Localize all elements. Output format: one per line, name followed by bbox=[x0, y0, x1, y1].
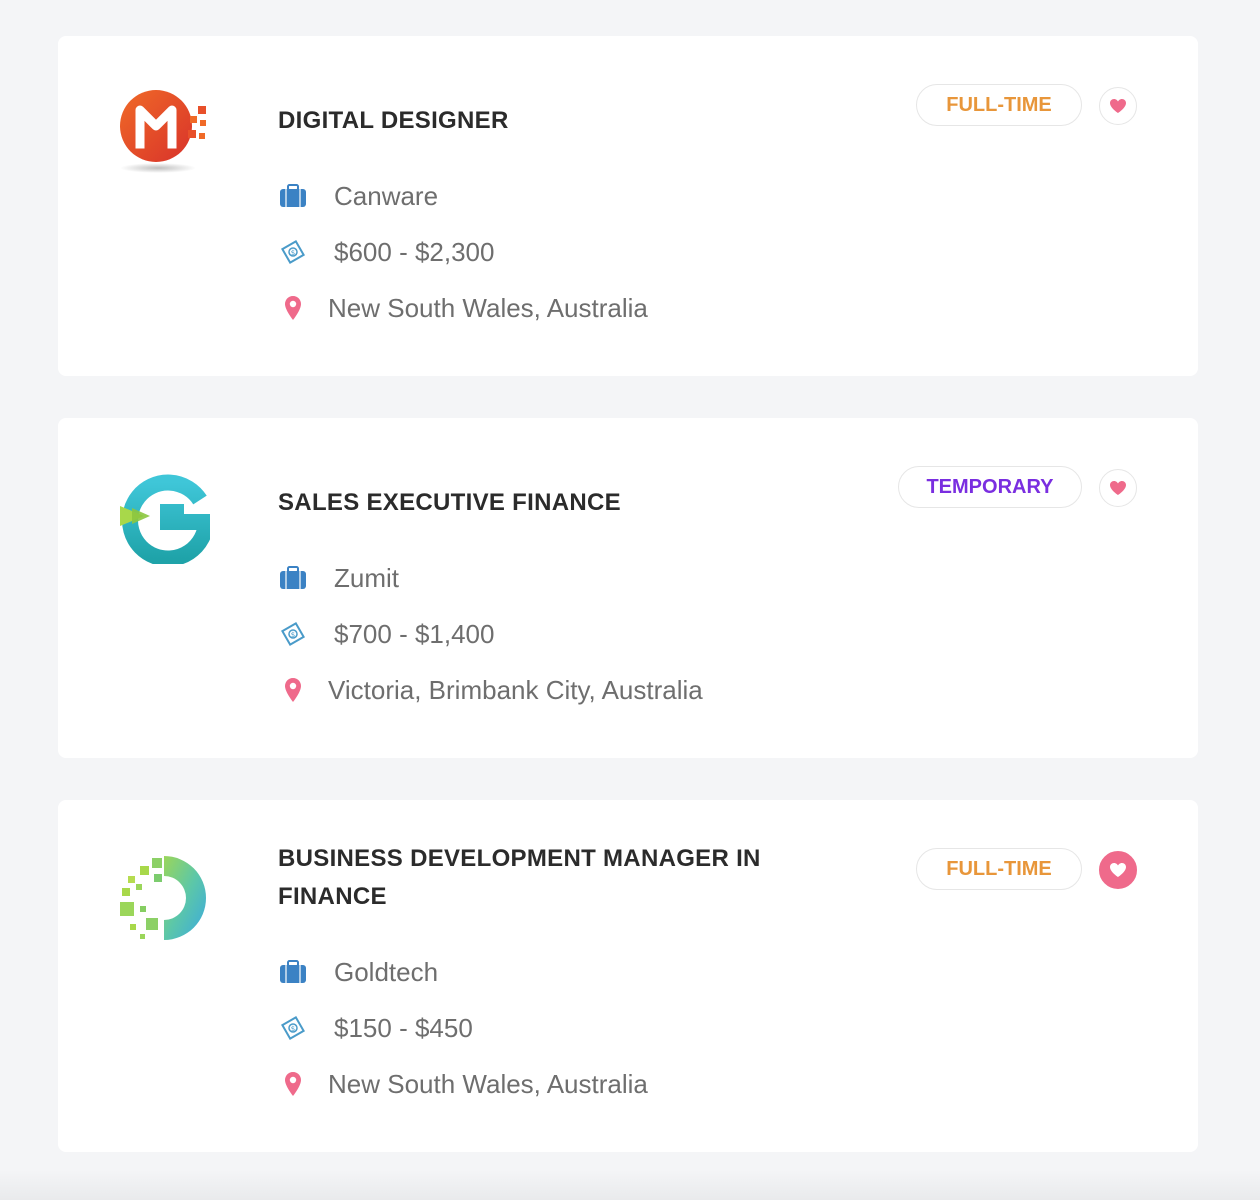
job-title[interactable]: DIGITAL DESIGNER bbox=[278, 102, 798, 140]
favorite-button[interactable] bbox=[1099, 469, 1137, 507]
job-title[interactable]: BUSINESS DEVELOPMENT MANAGER IN FINANCE bbox=[278, 840, 798, 916]
briefcase-icon bbox=[278, 957, 308, 987]
heart-icon bbox=[1110, 863, 1126, 877]
map-pin-icon bbox=[278, 1069, 308, 1099]
svg-text:$: $ bbox=[291, 631, 295, 639]
location-row: Victoria, Brimbank City, Australia bbox=[278, 675, 703, 705]
salary-range: $700 - $1,400 bbox=[334, 618, 495, 649]
company-name[interactable]: Goldtech bbox=[334, 957, 438, 988]
company-name[interactable]: Canware bbox=[334, 181, 438, 212]
heart-icon bbox=[1110, 481, 1126, 495]
svg-text:$: $ bbox=[291, 249, 295, 257]
location-text: New South Wales, Australia bbox=[328, 292, 648, 323]
briefcase-icon bbox=[278, 181, 308, 211]
g-logo-icon bbox=[118, 472, 215, 567]
salary-tag-icon: $ bbox=[278, 619, 308, 649]
job-card[interactable]: DIGITAL DESIGNER Canware $ $600 - $2,300… bbox=[58, 36, 1198, 376]
job-type-badge: FULL-TIME bbox=[916, 848, 1082, 890]
heart-icon bbox=[1110, 99, 1126, 113]
salary-range: $150 - $450 bbox=[334, 1012, 473, 1043]
salary-row: $ $700 - $1,400 bbox=[278, 619, 494, 649]
svg-text:$: $ bbox=[291, 1025, 295, 1033]
map-pin-icon bbox=[278, 293, 308, 323]
company-row: Zumit bbox=[278, 563, 399, 593]
job-card[interactable]: BUSINESS DEVELOPMENT MANAGER IN FINANCE … bbox=[58, 800, 1198, 1152]
salary-row: $ $150 - $450 bbox=[278, 1013, 473, 1043]
salary-row: $ $600 - $2,300 bbox=[278, 237, 494, 267]
location-row: New South Wales, Australia bbox=[278, 293, 648, 323]
m-logo-icon bbox=[118, 86, 210, 178]
company-row: Canware bbox=[278, 181, 438, 211]
location-text: Victoria, Brimbank City, Australia bbox=[328, 674, 703, 705]
job-type-badge: TEMPORARY bbox=[898, 466, 1082, 508]
favorite-button[interactable] bbox=[1099, 87, 1137, 125]
pixel-logo-icon bbox=[118, 852, 210, 944]
salary-tag-icon: $ bbox=[278, 1013, 308, 1043]
job-card[interactable]: SALES EXECUTIVE FINANCE Zumit $ $700 - $… bbox=[58, 418, 1198, 758]
location-text: New South Wales, Australia bbox=[328, 1068, 648, 1099]
job-title[interactable]: SALES EXECUTIVE FINANCE bbox=[278, 484, 798, 522]
briefcase-icon bbox=[278, 563, 308, 593]
favorite-button[interactable] bbox=[1099, 851, 1137, 889]
page-bottom-shadow bbox=[0, 1170, 1260, 1200]
salary-tag-icon: $ bbox=[278, 237, 308, 267]
salary-range: $600 - $2,300 bbox=[334, 236, 495, 267]
map-pin-icon bbox=[278, 675, 308, 705]
job-type-badge: FULL-TIME bbox=[916, 84, 1082, 126]
company-name[interactable]: Zumit bbox=[334, 563, 399, 594]
company-row: Goldtech bbox=[278, 957, 438, 987]
location-row: New South Wales, Australia bbox=[278, 1069, 648, 1099]
